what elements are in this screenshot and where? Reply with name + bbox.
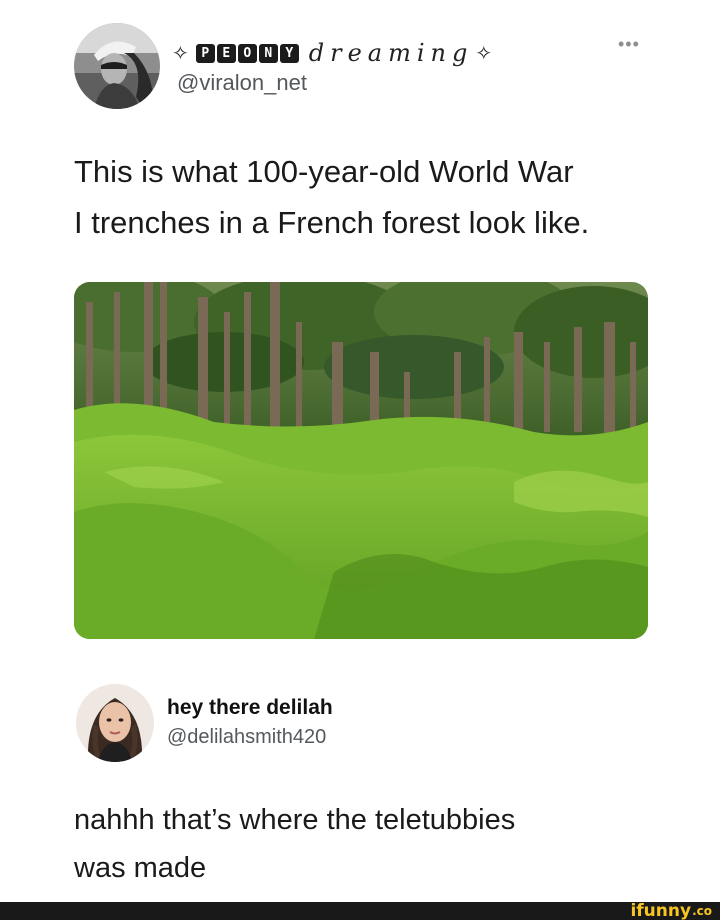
boxed-letter: E bbox=[216, 43, 236, 63]
sparkle-icon: ✧ bbox=[172, 41, 189, 65]
watermark-text: ifunny bbox=[630, 901, 692, 921]
tweet-handle[interactable]: @viralon_net bbox=[177, 70, 307, 96]
avatar-photo bbox=[74, 23, 160, 109]
watermark-suffix: .co bbox=[692, 904, 712, 918]
tweet-text-line: I trenches in a French forest look like. bbox=[74, 205, 590, 240]
ifunny-logo: ifunny .co bbox=[630, 901, 712, 921]
reply-text: nahhh that’s where the teletubbies was m… bbox=[74, 796, 674, 892]
reply-text-line: nahhh that’s where the teletubbies bbox=[74, 804, 516, 836]
display-name-script: dreaming bbox=[308, 39, 474, 67]
tweet-photo[interactable] bbox=[74, 282, 648, 639]
watermark-bar: ifunny .co bbox=[0, 901, 720, 921]
tweet-text: This is what 100-year-old World War I tr… bbox=[74, 146, 674, 248]
boxed-letter: O bbox=[237, 43, 257, 63]
tweet-text-line: This is what 100-year-old World War bbox=[74, 154, 574, 189]
boxed-letter: Y bbox=[279, 43, 299, 63]
avatar-viralon[interactable] bbox=[74, 23, 160, 109]
avatar-photo bbox=[76, 684, 154, 762]
reply-handle[interactable]: @delilahsmith420 bbox=[167, 726, 326, 749]
reply-display-name[interactable]: hey there delilah bbox=[167, 696, 333, 720]
avatar-delilah[interactable] bbox=[76, 684, 154, 762]
reply-text-line: was made bbox=[74, 852, 207, 884]
boxed-letter: N bbox=[258, 43, 278, 63]
sparkle-icon: ✧ bbox=[475, 41, 493, 65]
more-options-icon[interactable]: ••• bbox=[618, 34, 640, 55]
forest-trenches-image bbox=[74, 282, 648, 639]
tweet-display-name[interactable]: ✧ P E O N Y dreaming ✧ bbox=[172, 36, 492, 70]
boxed-letter: P bbox=[195, 43, 215, 63]
